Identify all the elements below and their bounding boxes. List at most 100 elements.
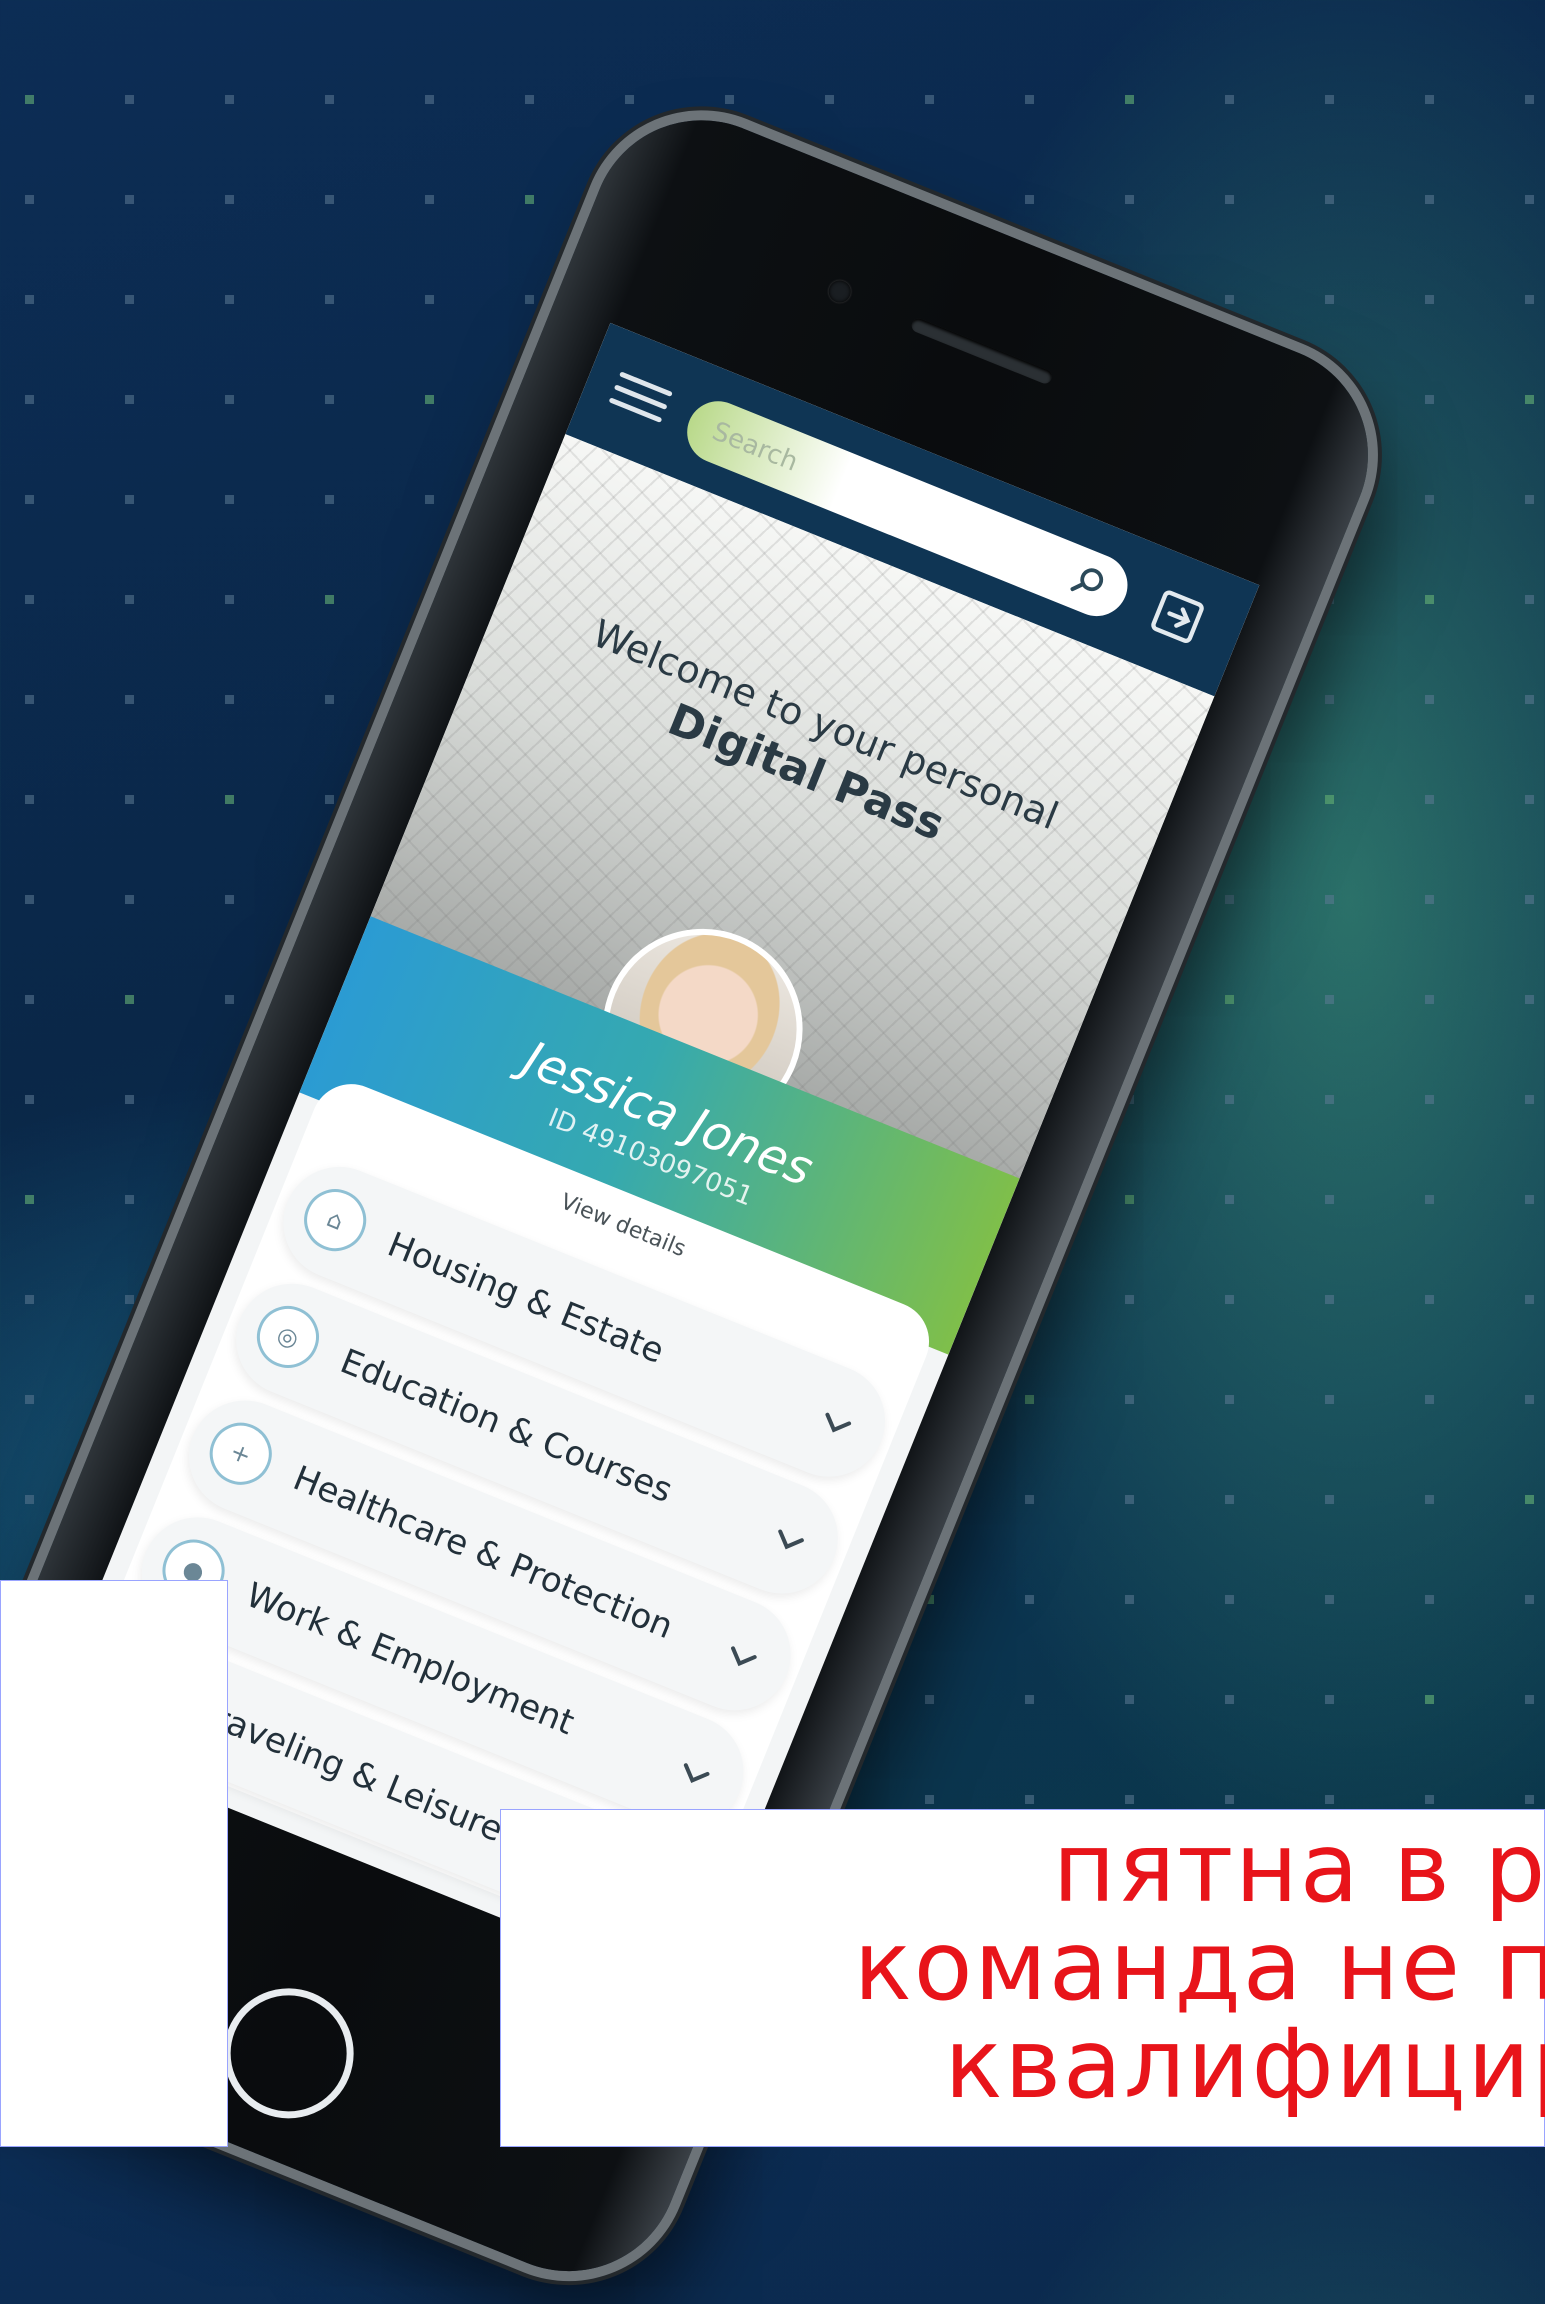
background-dot: [1525, 1395, 1534, 1404]
chevron-down-icon[interactable]: [716, 1631, 768, 1683]
background-dot: [1325, 895, 1334, 904]
background-dot: [1425, 1495, 1434, 1504]
background-dot: [325, 195, 334, 204]
logout-icon[interactable]: [1144, 583, 1212, 651]
chevron-down-icon[interactable]: [669, 1748, 721, 1800]
chevron-down-icon[interactable]: [810, 1398, 862, 1450]
background-dot: [225, 495, 234, 504]
background-dot: [25, 895, 34, 904]
background-dot: [1425, 995, 1434, 1004]
background-dot: [1125, 1295, 1134, 1304]
background-dot: [1025, 1795, 1034, 1804]
background-dot: [1525, 495, 1534, 504]
background-dot: [1525, 395, 1534, 404]
background-dot: [325, 95, 334, 104]
background-dot: [1325, 595, 1334, 604]
background-dot: [1325, 195, 1334, 204]
background-dot: [125, 1195, 134, 1204]
background-dot: [225, 195, 234, 204]
background-dot: [1525, 1095, 1534, 1104]
background-dot: [1325, 1095, 1334, 1104]
background-dot: [1225, 1695, 1234, 1704]
background-dot: [1425, 595, 1434, 604]
background-dot: [1125, 1095, 1134, 1104]
background-dot: [1425, 1095, 1434, 1104]
background-dot: [25, 595, 34, 604]
background-dot: [225, 95, 234, 104]
background-dot: [225, 295, 234, 304]
background-dot: [1425, 1595, 1434, 1604]
background-dot: [925, 1595, 934, 1604]
background-dot: [125, 95, 134, 104]
background-dot: [725, 95, 734, 104]
background-dot: [1425, 395, 1434, 404]
background-dot: [225, 995, 234, 1004]
hamburger-menu-icon[interactable]: [603, 363, 676, 436]
background-dot: [525, 195, 534, 204]
background-dot: [125, 195, 134, 204]
background-dot: [1225, 295, 1234, 304]
background-dot: [25, 95, 34, 104]
background-dot: [525, 95, 534, 104]
background-dot: [1425, 95, 1434, 104]
background-dot: [1325, 1795, 1334, 1804]
background-dot: [1225, 995, 1234, 1004]
background-dot: [1425, 1195, 1434, 1204]
background-dot: [25, 1295, 34, 1304]
background-dot: [25, 495, 34, 504]
background-dot: [1325, 795, 1334, 804]
background-dot: [325, 395, 334, 404]
background-dot: [1425, 195, 1434, 204]
background-dot: [1025, 1695, 1034, 1704]
background-dot: [125, 795, 134, 804]
background-dot: [1125, 1795, 1134, 1804]
background-dot: [1425, 695, 1434, 704]
background-dot: [1225, 895, 1234, 904]
home-button[interactable]: [204, 1968, 374, 2138]
background-dot: [1225, 1395, 1234, 1404]
background-dot: [1525, 1495, 1534, 1504]
background-dot: [25, 1195, 34, 1204]
background-dot: [25, 295, 34, 304]
background-dot: [1525, 1595, 1534, 1604]
background-dot: [1525, 195, 1534, 204]
background-dot: [925, 95, 934, 104]
background-dot: [25, 395, 34, 404]
background-dot: [225, 395, 234, 404]
background-dot: [1325, 1695, 1334, 1704]
overlay-line-1: пятна в р: [1052, 1812, 1545, 1924]
background-dot: [1425, 1295, 1434, 1304]
background-dot: [1525, 1195, 1534, 1204]
background-dot: [925, 1695, 934, 1704]
background-dot: [1525, 995, 1534, 1004]
background-dot: [1225, 1595, 1234, 1604]
background-dot: [1425, 1795, 1434, 1804]
home-icon: ⌂: [294, 1179, 376, 1261]
background-dot: [225, 895, 234, 904]
background-dot: [325, 595, 334, 604]
background-dot: [125, 595, 134, 604]
background-dot: [1225, 1495, 1234, 1504]
background-dot: [1525, 895, 1534, 904]
health-icon: +: [200, 1413, 282, 1495]
chevron-down-icon[interactable]: [763, 1514, 815, 1566]
background-dot: [225, 795, 234, 804]
overlay-line-3: квалифициро: [944, 2008, 1545, 2120]
background-dot: [1425, 1395, 1434, 1404]
background-dot: [325, 695, 334, 704]
background-dot: [1325, 995, 1334, 1004]
background-dot: [125, 1295, 134, 1304]
background-dot: [1025, 195, 1034, 204]
background-dot: [925, 1795, 934, 1804]
background-dot: [1125, 195, 1134, 204]
blank-panel: [0, 1580, 228, 2147]
background-dot: [1125, 1695, 1134, 1704]
background-dot: [1025, 1595, 1034, 1604]
background-dot: [25, 1095, 34, 1104]
overlay-line-2: команда не подт: [853, 1910, 1545, 2022]
background-dot: [825, 95, 834, 104]
caption-overlay: пятна в р команда не подт квалифициро: [500, 1809, 1545, 2147]
background-dot: [1525, 1295, 1534, 1304]
background-dot: [1325, 1595, 1334, 1604]
background-dot: [1325, 95, 1334, 104]
